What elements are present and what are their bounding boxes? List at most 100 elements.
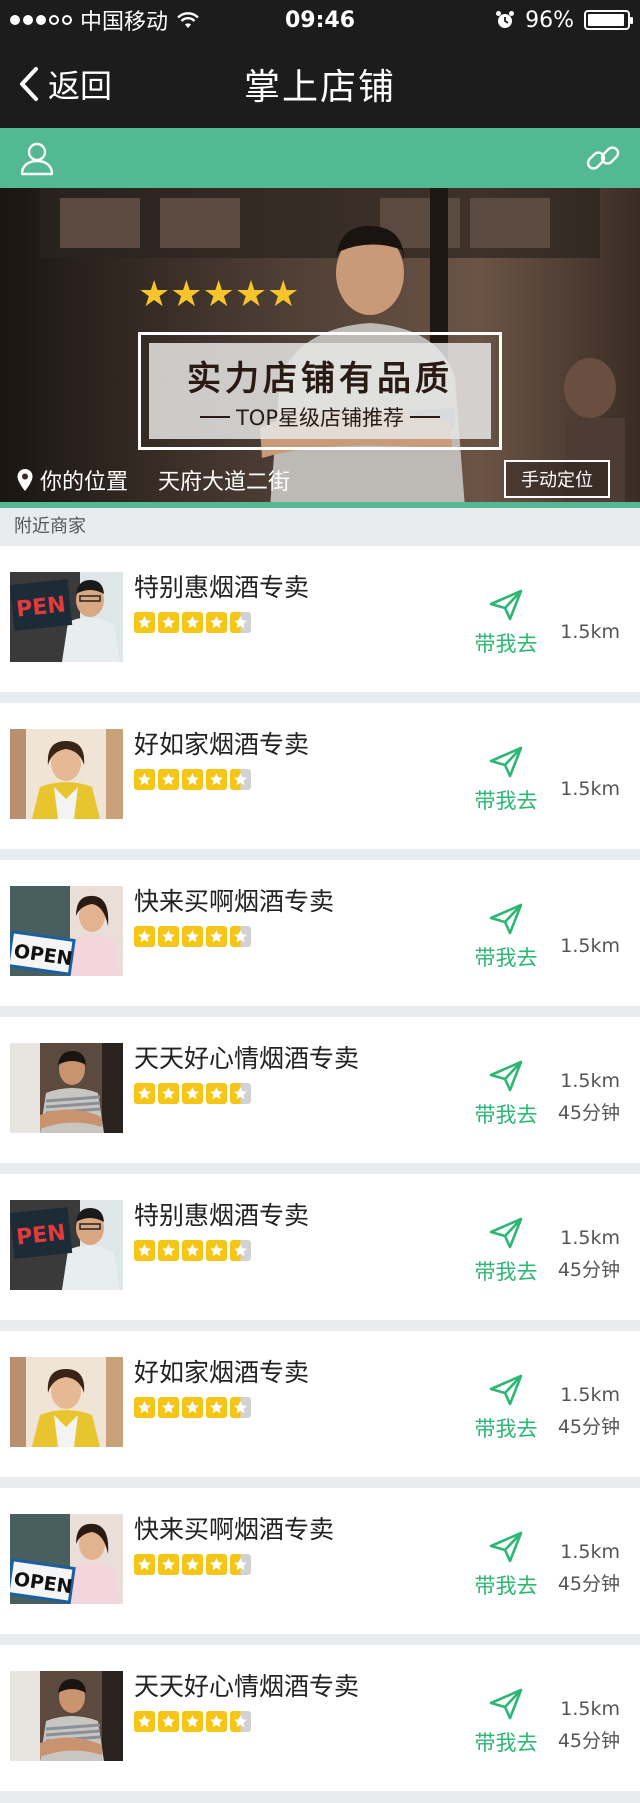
navigate-button[interactable]: 带我去 <box>468 1530 544 1600</box>
rating-star-icon <box>206 612 227 633</box>
shop-name: 快来买啊烟酒专卖 <box>134 1515 335 1544</box>
shop-card[interactable]: 好如家烟酒专卖 带我去 1.5km <box>0 703 640 849</box>
shop-name: 特别惠烟酒专卖 <box>134 573 310 602</box>
shop-card[interactable]: 天天好心情烟酒专卖 带我去 1.5km 45分钟 <box>0 1645 640 1791</box>
hero-headline: 实力店铺有品质 <box>187 358 453 399</box>
shop-card[interactable]: 天天好心情烟酒专卖 带我去 1.5km 45分钟 <box>0 1017 640 1163</box>
manual-locate-button[interactable]: 手动定位 <box>504 460 610 498</box>
shop-card[interactable]: OPEN 快来买啊烟酒专卖 带我去 1.5km <box>0 860 640 1006</box>
rating-star-icon <box>158 769 179 790</box>
shop-meta: 1.5km <box>560 773 620 805</box>
location-label: 你的位置 <box>40 470 129 495</box>
rating-star-icon <box>230 1711 251 1732</box>
navigate-label: 带我去 <box>474 1731 538 1755</box>
rating-star-icon <box>230 1240 251 1261</box>
rating-star-icon <box>182 1554 203 1575</box>
shop-distance: 1.5km <box>560 1698 620 1720</box>
rating-star-icon <box>158 1711 179 1732</box>
navigate-button[interactable]: 带我去 <box>468 588 544 658</box>
send-icon <box>489 746 523 778</box>
navigate-button[interactable]: 带我去 <box>468 1687 544 1757</box>
navigate-label: 带我去 <box>474 1417 538 1441</box>
shop-meta: 1.5km 45分钟 <box>558 1693 620 1757</box>
shop-name: 天天好心情烟酒专卖 <box>134 1672 360 1701</box>
hero-banner[interactable]: ★★★★★ 实力店铺有品质 TOP星级店铺推荐 你的位置 天府大道二街 手动定位 <box>0 188 640 508</box>
shop-travel-time: 45分钟 <box>557 1259 620 1281</box>
status-right: 96% <box>495 8 633 33</box>
navigate-button[interactable]: 带我去 <box>468 1216 544 1286</box>
rating-star-icon <box>158 1083 179 1104</box>
hero-accent-bar <box>0 502 640 508</box>
navigate-button[interactable]: 带我去 <box>468 1373 544 1443</box>
navigate-button[interactable]: 带我去 <box>468 902 544 972</box>
user-icon[interactable] <box>18 139 56 177</box>
shop-distance: 1.5km <box>560 1541 620 1563</box>
rating-star-icon <box>134 1554 155 1575</box>
shop-rating <box>134 612 251 633</box>
nav-bar: 返回 掌上店铺 <box>0 40 640 128</box>
rating-star-icon <box>206 1554 227 1575</box>
shop-distance: 1.5km <box>560 1384 620 1406</box>
rating-star-icon <box>158 1397 179 1418</box>
rating-star-icon <box>158 926 179 947</box>
rating-star-icon <box>206 926 227 947</box>
battery-icon <box>584 10 633 30</box>
section-header-nearby: 附近商家 <box>0 508 640 546</box>
shop-travel-time: 45分钟 <box>557 1730 620 1752</box>
shop-thumbnail: OPEN <box>6 886 123 976</box>
shop-card[interactable]: PEN 特别惠烟酒专卖 带我去 1.5km 45分钟 <box>0 1174 640 1320</box>
current-location: 你的位置 天府大道二街 <box>16 464 290 496</box>
shop-travel-time: 45分钟 <box>557 1573 620 1595</box>
shop-rating <box>134 1083 251 1104</box>
link-icon[interactable] <box>584 139 622 177</box>
shop-card[interactable]: OPEN 快来买啊烟酒专卖 带我去 1.5km 45分钟 <box>0 1488 640 1634</box>
shop-thumbnail: OPEN <box>6 1514 123 1604</box>
status-bar: 中国移动 09:46 96% <box>0 0 640 40</box>
shop-thumbnail: PEN <box>9 572 123 662</box>
rating-star-icon <box>158 1240 179 1261</box>
shop-thumbnail <box>10 729 123 819</box>
shop-distance: 1.5km <box>560 621 620 643</box>
svg-text:PEN: PEN <box>15 1220 67 1250</box>
navigate-button[interactable]: 带我去 <box>468 1059 544 1129</box>
rating-star-icon <box>134 926 155 947</box>
send-icon <box>489 1531 523 1563</box>
hero-rule-right <box>410 415 441 418</box>
send-icon <box>489 1060 523 1092</box>
shop-rating <box>134 1554 251 1575</box>
rating-star-icon <box>134 769 155 790</box>
alarm-icon <box>496 11 515 28</box>
status-left: 中国移动 <box>10 4 200 36</box>
shop-meta: 1.5km 45分钟 <box>558 1222 620 1286</box>
rating-star-icon <box>230 1083 251 1104</box>
shop-card[interactable]: 好如家烟酒专卖 带我去 1.5km 45分钟 <box>0 1331 640 1477</box>
rating-star-icon <box>158 1554 179 1575</box>
rating-star-icon <box>206 1711 227 1732</box>
navigate-label: 带我去 <box>474 946 538 970</box>
svg-text:PEN: PEN <box>15 592 67 622</box>
back-button[interactable]: 返回 <box>16 40 112 128</box>
signal-icon <box>10 15 72 25</box>
navigate-label: 带我去 <box>474 1103 538 1127</box>
shop-meta: 1.5km 45分钟 <box>558 1379 620 1443</box>
navigate-button[interactable]: 带我去 <box>468 745 544 815</box>
shop-thumbnail <box>10 1671 123 1761</box>
shop-card[interactable]: PEN 特别惠烟酒专卖 带我去 1.5km <box>0 546 640 692</box>
shop-thumbnail: PEN <box>9 1200 123 1290</box>
hero-stars: ★★★★★ <box>138 274 300 315</box>
back-label: 返回 <box>48 67 113 105</box>
rating-star-icon <box>182 1240 203 1261</box>
rating-star-icon <box>134 612 155 633</box>
navigate-label: 带我去 <box>474 789 538 813</box>
shop-name: 好如家烟酒专卖 <box>134 1358 310 1387</box>
chevron-left-icon <box>20 67 38 101</box>
rating-star-icon <box>206 1240 227 1261</box>
shop-thumbnail <box>10 1043 123 1133</box>
navigate-label: 带我去 <box>474 1574 538 1598</box>
shop-rating <box>134 926 251 947</box>
rating-star-icon <box>230 1554 251 1575</box>
rating-star-icon <box>230 1397 251 1418</box>
rating-star-icon <box>134 1397 155 1418</box>
send-icon <box>489 589 523 621</box>
rating-star-icon <box>134 1240 155 1261</box>
